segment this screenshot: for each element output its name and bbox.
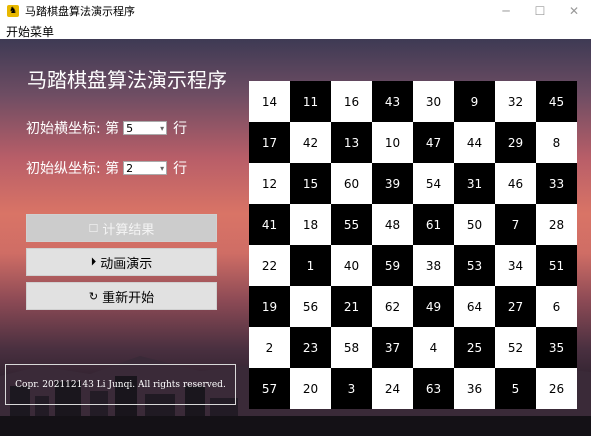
board-cell: 62 [372, 286, 413, 327]
animate-button-label: 动画演示 [100, 256, 153, 272]
chess-board: 14 11 16 43 30 9 32 45 17 42 13 10 47 44 29 8 12 15 60 39 54… [249, 81, 577, 409]
animate-button[interactable]: ⏵ 动画演示 [26, 248, 217, 276]
compute-button[interactable]: ☐ 计算结果 [26, 214, 217, 242]
chevron-down-icon: ▾ [160, 164, 165, 173]
board-cell: 61 [413, 204, 454, 245]
window-title: 马踏棋盘算法演示程序 [25, 5, 135, 18]
board-cell: 38 [413, 245, 454, 286]
board-cell: 5 [495, 368, 536, 409]
title-bar: ♞ 马踏棋盘算法演示程序 ─ ☐ ✕ [0, 0, 591, 22]
main-panel: 马踏棋盘算法演示程序 初始横坐标: 第 5 ▾ 行 初始纵坐标: 第 2 ▾ 行… [0, 39, 591, 436]
board-cell: 20 [290, 368, 331, 409]
board-cell: 52 [495, 327, 536, 368]
restart-button[interactable]: ↻ 重新开始 [26, 282, 217, 310]
copyright-box: Copr. 202112143 Li Junqi. All rights res… [5, 364, 236, 405]
board-cell: 40 [331, 245, 372, 286]
board-cell: 15 [290, 163, 331, 204]
board-cell: 47 [413, 122, 454, 163]
refresh-icon: ↻ [88, 289, 99, 303]
compute-button-label: 计算结果 [102, 222, 155, 238]
copyright-text: Copr. 202112143 Li Junqi. All rights res… [15, 379, 226, 390]
board-cell: 7 [495, 204, 536, 245]
minimize-icon[interactable]: ─ [489, 0, 523, 22]
board-cell: 22 [249, 245, 290, 286]
board-cell: 23 [290, 327, 331, 368]
board-cell: 35 [536, 327, 577, 368]
start-x-select[interactable]: 5 ▾ [123, 121, 168, 135]
chevron-down-icon: ▾ [160, 124, 165, 133]
board-cell: 29 [495, 122, 536, 163]
board-cell: 59 [372, 245, 413, 286]
board-cell: 6 [536, 286, 577, 327]
board-cell: 49 [413, 286, 454, 327]
board-cell: 16 [331, 81, 372, 122]
board-cell: 48 [372, 204, 413, 245]
start-x-suffix: 行 [173, 121, 188, 137]
app-icon: ♞ [7, 5, 19, 17]
board-cell: 30 [413, 81, 454, 122]
board-cell: 39 [372, 163, 413, 204]
board-cell: 64 [454, 286, 495, 327]
board-cell: 26 [536, 368, 577, 409]
board-cell: 19 [249, 286, 290, 327]
board-cell: 12 [249, 163, 290, 204]
board-cell: 44 [454, 122, 495, 163]
board-cell: 50 [454, 204, 495, 245]
board-cell: 11 [290, 81, 331, 122]
board-cell: 45 [536, 81, 577, 122]
menu-start[interactable]: 开始菜单 [6, 23, 54, 40]
board-cell: 2 [249, 327, 290, 368]
window-controls: ─ ☐ ✕ [489, 0, 591, 22]
board-cell: 53 [454, 245, 495, 286]
board-cell: 3 [331, 368, 372, 409]
start-y-row: 初始纵坐标: 第 2 ▾ 行 [26, 158, 187, 178]
board-cell: 28 [536, 204, 577, 245]
start-x-row: 初始横坐标: 第 5 ▾ 行 [26, 118, 187, 138]
board-cell: 54 [413, 163, 454, 204]
start-y-label: 初始纵坐标: 第 [26, 161, 120, 177]
board-cell: 32 [495, 81, 536, 122]
play-icon: ⏵ [90, 255, 97, 268]
board-cell: 27 [495, 286, 536, 327]
board-cell: 33 [536, 163, 577, 204]
board-cell: 36 [454, 368, 495, 409]
board-cell: 31 [454, 163, 495, 204]
board-cell: 1 [290, 245, 331, 286]
start-y-suffix: 行 [173, 161, 188, 177]
board-cell: 55 [331, 204, 372, 245]
board-cell: 34 [495, 245, 536, 286]
board-cell: 46 [495, 163, 536, 204]
board-cell: 8 [536, 122, 577, 163]
restart-button-label: 重新开始 [102, 290, 155, 306]
board-cell: 63 [413, 368, 454, 409]
board-cell: 57 [249, 368, 290, 409]
board-cell: 9 [454, 81, 495, 122]
board-cell: 51 [536, 245, 577, 286]
board-cell: 4 [413, 327, 454, 368]
board-cell: 41 [249, 204, 290, 245]
menu-bar: 开始菜单 [0, 22, 591, 40]
board-cell: 56 [290, 286, 331, 327]
start-x-label: 初始横坐标: 第 [26, 121, 120, 137]
board-cell: 18 [290, 204, 331, 245]
board-cell: 43 [372, 81, 413, 122]
board-cell: 21 [331, 286, 372, 327]
board-cell: 10 [372, 122, 413, 163]
board-cell: 25 [454, 327, 495, 368]
board-cell: 24 [372, 368, 413, 409]
maximize-icon[interactable]: ☐ [523, 0, 557, 22]
start-y-value: 2 [126, 161, 134, 175]
start-y-select[interactable]: 2 ▾ [123, 161, 168, 175]
board-cell: 60 [331, 163, 372, 204]
start-x-value: 5 [126, 121, 134, 135]
board-cell: 42 [290, 122, 331, 163]
board-cell: 58 [331, 327, 372, 368]
checkbox-icon: ☐ [88, 221, 99, 235]
board-cell: 14 [249, 81, 290, 122]
page-title: 马踏棋盘算法演示程序 [27, 68, 227, 92]
board-cell: 17 [249, 122, 290, 163]
board-cell: 37 [372, 327, 413, 368]
close-icon[interactable]: ✕ [557, 0, 591, 22]
board-cell: 13 [331, 122, 372, 163]
